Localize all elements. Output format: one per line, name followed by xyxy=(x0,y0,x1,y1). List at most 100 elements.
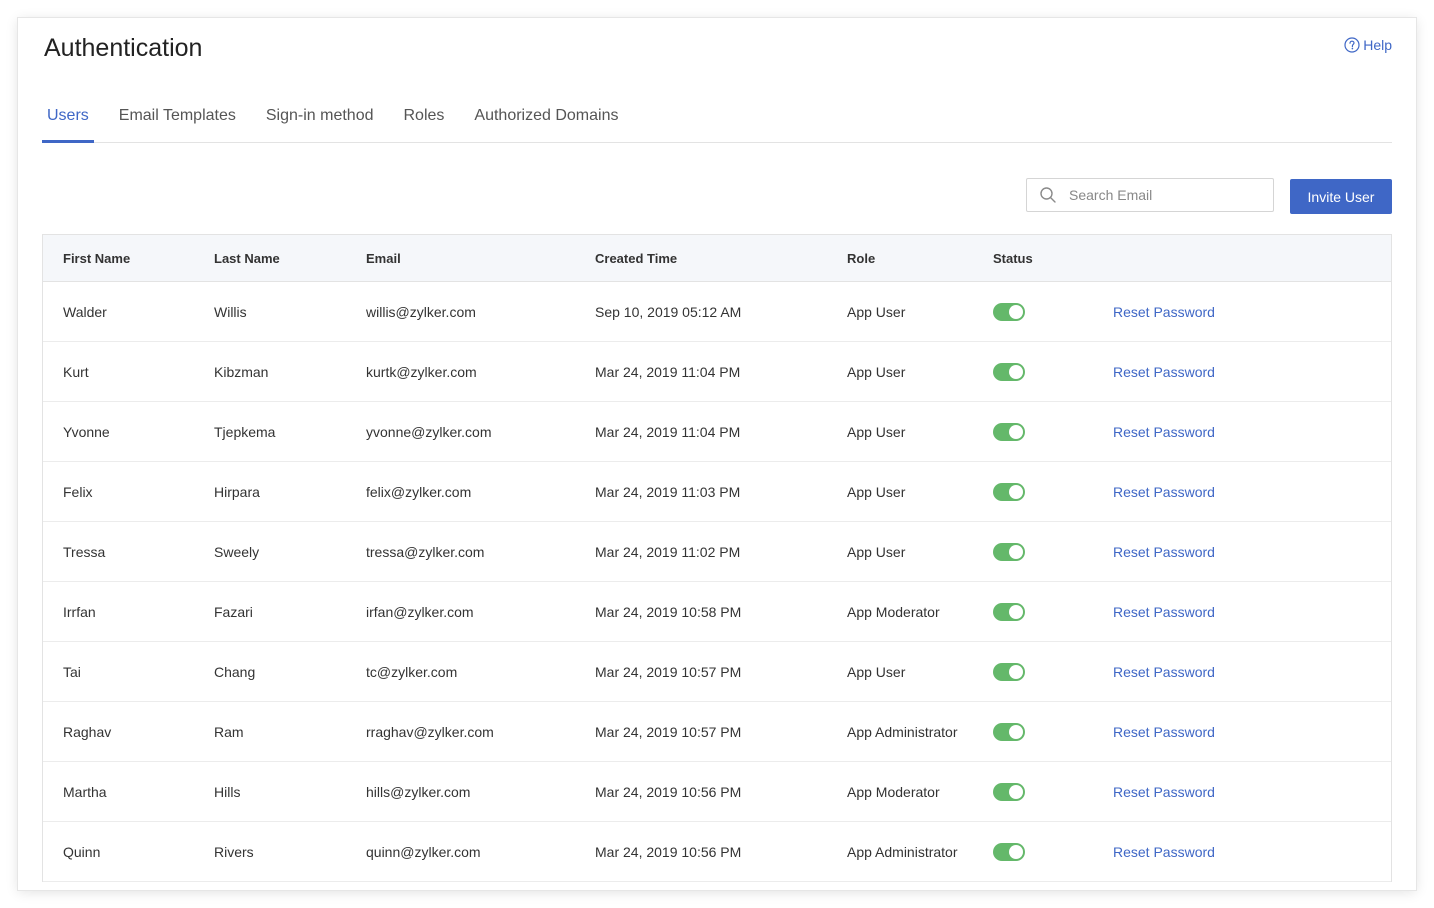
status-cell xyxy=(993,282,1025,341)
role-cell: App User xyxy=(847,663,906,680)
last-name-cell: Sweely xyxy=(214,543,260,560)
email-cell: felix@zylker.com xyxy=(366,483,472,500)
last-name-cell: Willis xyxy=(214,303,247,320)
toggle-knob xyxy=(1009,484,1023,499)
search-icon xyxy=(1040,187,1056,203)
toggle-knob xyxy=(1009,544,1023,559)
role-cell: App Administrator xyxy=(847,843,958,860)
status-cell xyxy=(993,822,1025,881)
status-cell xyxy=(993,342,1025,401)
status-cell xyxy=(993,462,1025,521)
help-link[interactable]: Help xyxy=(1344,37,1392,53)
first-name-cell: Tressa xyxy=(63,543,106,560)
reset-password-link[interactable]: Reset Password xyxy=(1113,724,1215,740)
column-header-status: Status xyxy=(993,250,1033,266)
first-name-cell: Quinn xyxy=(63,843,101,860)
reset-password-link[interactable]: Reset Password xyxy=(1113,844,1215,860)
created-time-cell: Sep 10, 2019 05:12 AM xyxy=(595,303,742,320)
role-cell: App User xyxy=(847,543,906,560)
column-header-last-name: Last Name xyxy=(214,250,280,266)
toggle-knob xyxy=(1009,844,1023,859)
table-row: Yvonne Tjepkema yvonne@zylker.com Mar 24… xyxy=(43,402,1391,462)
email-cell: willis@zylker.com xyxy=(366,303,476,320)
reset-password-link[interactable]: Reset Password xyxy=(1113,664,1215,680)
table-row: Irrfan Fazari irfan@zylker.com Mar 24, 2… xyxy=(43,582,1391,642)
table-header: First Name Last Name Email Created Time … xyxy=(43,235,1391,282)
created-time-cell: Mar 24, 2019 10:57 PM xyxy=(595,663,742,680)
role-cell: App User xyxy=(847,483,906,500)
table-row: Tai Chang tc@zylker.com Mar 24, 2019 10:… xyxy=(43,642,1391,702)
first-name-cell: Walder xyxy=(63,303,107,320)
tab-email-templates[interactable]: Email Templates xyxy=(114,96,241,142)
reset-password-link[interactable]: Reset Password xyxy=(1113,544,1215,560)
column-header-email: Email xyxy=(366,250,401,266)
created-time-cell: Mar 24, 2019 11:03 PM xyxy=(595,483,741,500)
created-time-cell: Mar 24, 2019 10:56 PM xyxy=(595,783,742,800)
first-name-cell: Martha xyxy=(63,783,107,800)
reset-password-link[interactable]: Reset Password xyxy=(1113,364,1215,380)
status-toggle[interactable] xyxy=(993,842,1025,861)
role-cell: App User xyxy=(847,303,906,320)
table-row: Tressa Sweely tressa@zylker.com Mar 24, … xyxy=(43,522,1391,582)
reset-password-link[interactable]: Reset Password xyxy=(1113,484,1215,500)
status-toggle[interactable] xyxy=(993,302,1025,321)
table-row: Walder Willis willis@zylker.com Sep 10, … xyxy=(43,282,1391,342)
action-cell: Reset Password xyxy=(1113,522,1215,581)
action-cell: Reset Password xyxy=(1113,282,1215,341)
status-toggle[interactable] xyxy=(993,542,1025,561)
status-cell xyxy=(993,522,1025,581)
email-cell: kurtk@zylker.com xyxy=(366,363,477,380)
toggle-knob xyxy=(1009,304,1023,319)
toggle-knob xyxy=(1009,784,1023,799)
created-time-cell: Mar 24, 2019 11:04 PM xyxy=(595,363,741,380)
created-time-cell: Mar 24, 2019 10:58 PM xyxy=(595,603,742,620)
users-table: First Name Last Name Email Created Time … xyxy=(42,234,1392,882)
tab-bar: Users Email Templates Sign-in method Rol… xyxy=(42,96,1392,143)
email-cell: irfan@zylker.com xyxy=(366,603,474,620)
first-name-cell: Tai xyxy=(63,663,81,680)
first-name-cell: Kurt xyxy=(63,363,89,380)
reset-password-link[interactable]: Reset Password xyxy=(1113,604,1215,620)
first-name-cell: Yvonne xyxy=(63,423,110,440)
authentication-panel: Authentication Help Users Email Template… xyxy=(18,18,1416,890)
last-name-cell: Hirpara xyxy=(214,483,260,500)
toggle-knob xyxy=(1009,664,1023,679)
toggle-knob xyxy=(1009,424,1023,439)
tab-roles[interactable]: Roles xyxy=(399,96,450,142)
first-name-cell: Felix xyxy=(63,483,93,500)
status-toggle[interactable] xyxy=(993,782,1025,801)
table-row: Martha Hills hills@zylker.com Mar 24, 20… xyxy=(43,762,1391,822)
tab-authorized-domains[interactable]: Authorized Domains xyxy=(469,96,623,142)
status-toggle[interactable] xyxy=(993,662,1025,681)
action-cell: Reset Password xyxy=(1113,702,1215,761)
last-name-cell: Fazari xyxy=(214,603,253,620)
last-name-cell: Chang xyxy=(214,663,256,680)
page-title: Authentication xyxy=(44,34,203,62)
status-toggle[interactable] xyxy=(993,482,1025,501)
action-cell: Reset Password xyxy=(1113,582,1215,641)
tab-users[interactable]: Users xyxy=(42,96,94,143)
action-cell: Reset Password xyxy=(1113,462,1215,521)
email-cell: rraghav@zylker.com xyxy=(366,723,494,740)
column-header-created-time: Created Time xyxy=(595,250,678,266)
status-cell xyxy=(993,762,1025,821)
status-toggle[interactable] xyxy=(993,722,1025,741)
last-name-cell: Ram xyxy=(214,723,244,740)
status-toggle[interactable] xyxy=(993,362,1025,381)
search-email-input[interactable] xyxy=(1067,186,1261,204)
reset-password-link[interactable]: Reset Password xyxy=(1113,304,1215,320)
tab-sign-in-method[interactable]: Sign-in method xyxy=(261,96,379,142)
invite-user-button[interactable]: Invite User xyxy=(1290,179,1392,214)
created-time-cell: Mar 24, 2019 10:57 PM xyxy=(595,723,742,740)
status-toggle[interactable] xyxy=(993,422,1025,441)
role-cell: App Administrator xyxy=(847,723,958,740)
table-row: Kurt Kibzman kurtk@zylker.com Mar 24, 20… xyxy=(43,342,1391,402)
action-cell: Reset Password xyxy=(1113,822,1215,881)
email-cell: quinn@zylker.com xyxy=(366,843,481,860)
status-toggle[interactable] xyxy=(993,602,1025,621)
status-cell xyxy=(993,702,1025,761)
reset-password-link[interactable]: Reset Password xyxy=(1113,424,1215,440)
reset-password-link[interactable]: Reset Password xyxy=(1113,784,1215,800)
role-cell: App User xyxy=(847,423,906,440)
role-cell: App User xyxy=(847,363,906,380)
